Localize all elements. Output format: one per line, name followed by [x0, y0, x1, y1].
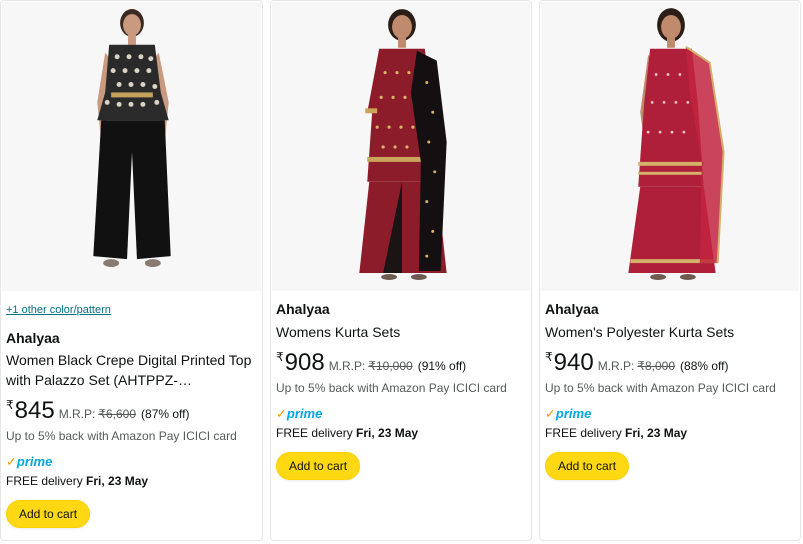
discount: (91% off) — [417, 359, 467, 373]
prime-logo: prime — [286, 406, 323, 421]
mrp-value: ₹6,600 — [98, 407, 137, 421]
prime-badge: ✓ prime — [276, 406, 527, 422]
mrp-label: M.R.P: — [597, 359, 635, 373]
add-to-cart-button[interactable]: Add to cart — [545, 452, 630, 480]
prime-badge: ✓ prime — [6, 454, 258, 470]
brand-name: Ahalyaa — [276, 301, 330, 317]
add-to-cart-button[interactable]: Add to cart — [276, 452, 361, 480]
price[interactable]: 845 — [15, 398, 55, 424]
product-card: Ahalyaa Women's Polyester Kurta Sets ₹ 9… — [539, 0, 801, 541]
add-to-cart-button[interactable]: Add to cart — [6, 500, 91, 528]
price-row: ₹ 908 M.R.P: ₹10,000 (91% off) — [276, 350, 527, 376]
product-info: Ahalyaa Womens Kurta Sets ₹ 908 M.R.P: ₹… — [276, 300, 527, 480]
prime-logo: prime — [16, 454, 53, 469]
mrp-value: ₹8,000 — [637, 359, 676, 373]
product-card: +1 other color/pattern Ahalyaa Women Bla… — [0, 0, 263, 541]
product-card: Ahalyaa Womens Kurta Sets ₹ 908 M.R.P: ₹… — [270, 0, 532, 541]
mrp-value: ₹10,000 — [368, 359, 413, 373]
mrp-label: M.R.P: — [328, 359, 366, 373]
prime-check-icon: ✓ — [6, 454, 17, 469]
model-maroon-sharara-set-image — [541, 3, 799, 290]
product-image[interactable] — [2, 2, 261, 291]
prime-logo: prime — [555, 406, 592, 421]
discount: (87% off) — [141, 407, 190, 421]
price[interactable]: 940 — [554, 350, 594, 376]
delivery-prefix: FREE delivery — [545, 426, 622, 440]
product-title[interactable]: Womens Kurta Sets — [276, 322, 527, 342]
delivery-prefix: FREE delivery — [6, 474, 83, 488]
cashback-offer: Up to 5% back with Amazon Pay ICICI card — [276, 381, 507, 395]
brand-name: Ahalyaa — [545, 301, 599, 317]
model-black-top-palazzo-image — [2, 3, 261, 290]
product-image[interactable] — [541, 2, 799, 291]
product-title[interactable]: Women Black Crepe Digital Printed Top wi… — [6, 350, 258, 390]
price[interactable]: 908 — [285, 350, 325, 376]
mrp-label: M.R.P: — [58, 407, 96, 421]
currency-symbol: ₹ — [276, 350, 284, 364]
delivery-info: FREE delivery Fri, 23 May — [6, 473, 258, 489]
other-color-link[interactable]: +1 other color/pattern — [6, 303, 258, 317]
prime-check-icon: ✓ — [545, 406, 556, 421]
product-image[interactable] — [272, 2, 530, 291]
product-title[interactable]: Women's Polyester Kurta Sets — [545, 322, 796, 342]
delivery-date: Fri, 23 May — [86, 474, 149, 488]
delivery-date: Fri, 23 May — [625, 426, 688, 440]
delivery-prefix: FREE delivery — [276, 426, 353, 440]
product-info: +1 other color/pattern Ahalyaa Women Bla… — [6, 303, 258, 528]
cashback-offer: Up to 5% back with Amazon Pay ICICI card — [6, 429, 237, 443]
brand-name: Ahalyaa — [6, 330, 60, 346]
prime-check-icon: ✓ — [276, 406, 287, 421]
discount: (88% off) — [680, 359, 729, 373]
price-row: ₹ 940 M.R.P: ₹8,000 (88% off) — [545, 350, 796, 376]
model-red-kurta-black-dupatta-image — [272, 3, 530, 290]
delivery-date: Fri, 23 May — [356, 426, 419, 440]
currency-symbol: ₹ — [6, 398, 14, 412]
price-row: ₹ 845 M.R.P: ₹6,600 (87% off) — [6, 398, 258, 424]
product-info: Ahalyaa Women's Polyester Kurta Sets ₹ 9… — [545, 300, 796, 480]
cashback-offer: Up to 5% back with Amazon Pay ICICI card — [545, 381, 776, 395]
prime-badge: ✓ prime — [545, 406, 796, 422]
currency-symbol: ₹ — [545, 350, 553, 364]
delivery-info: FREE delivery Fri, 23 May — [545, 425, 796, 441]
delivery-info: FREE delivery Fri, 23 May — [276, 425, 527, 441]
